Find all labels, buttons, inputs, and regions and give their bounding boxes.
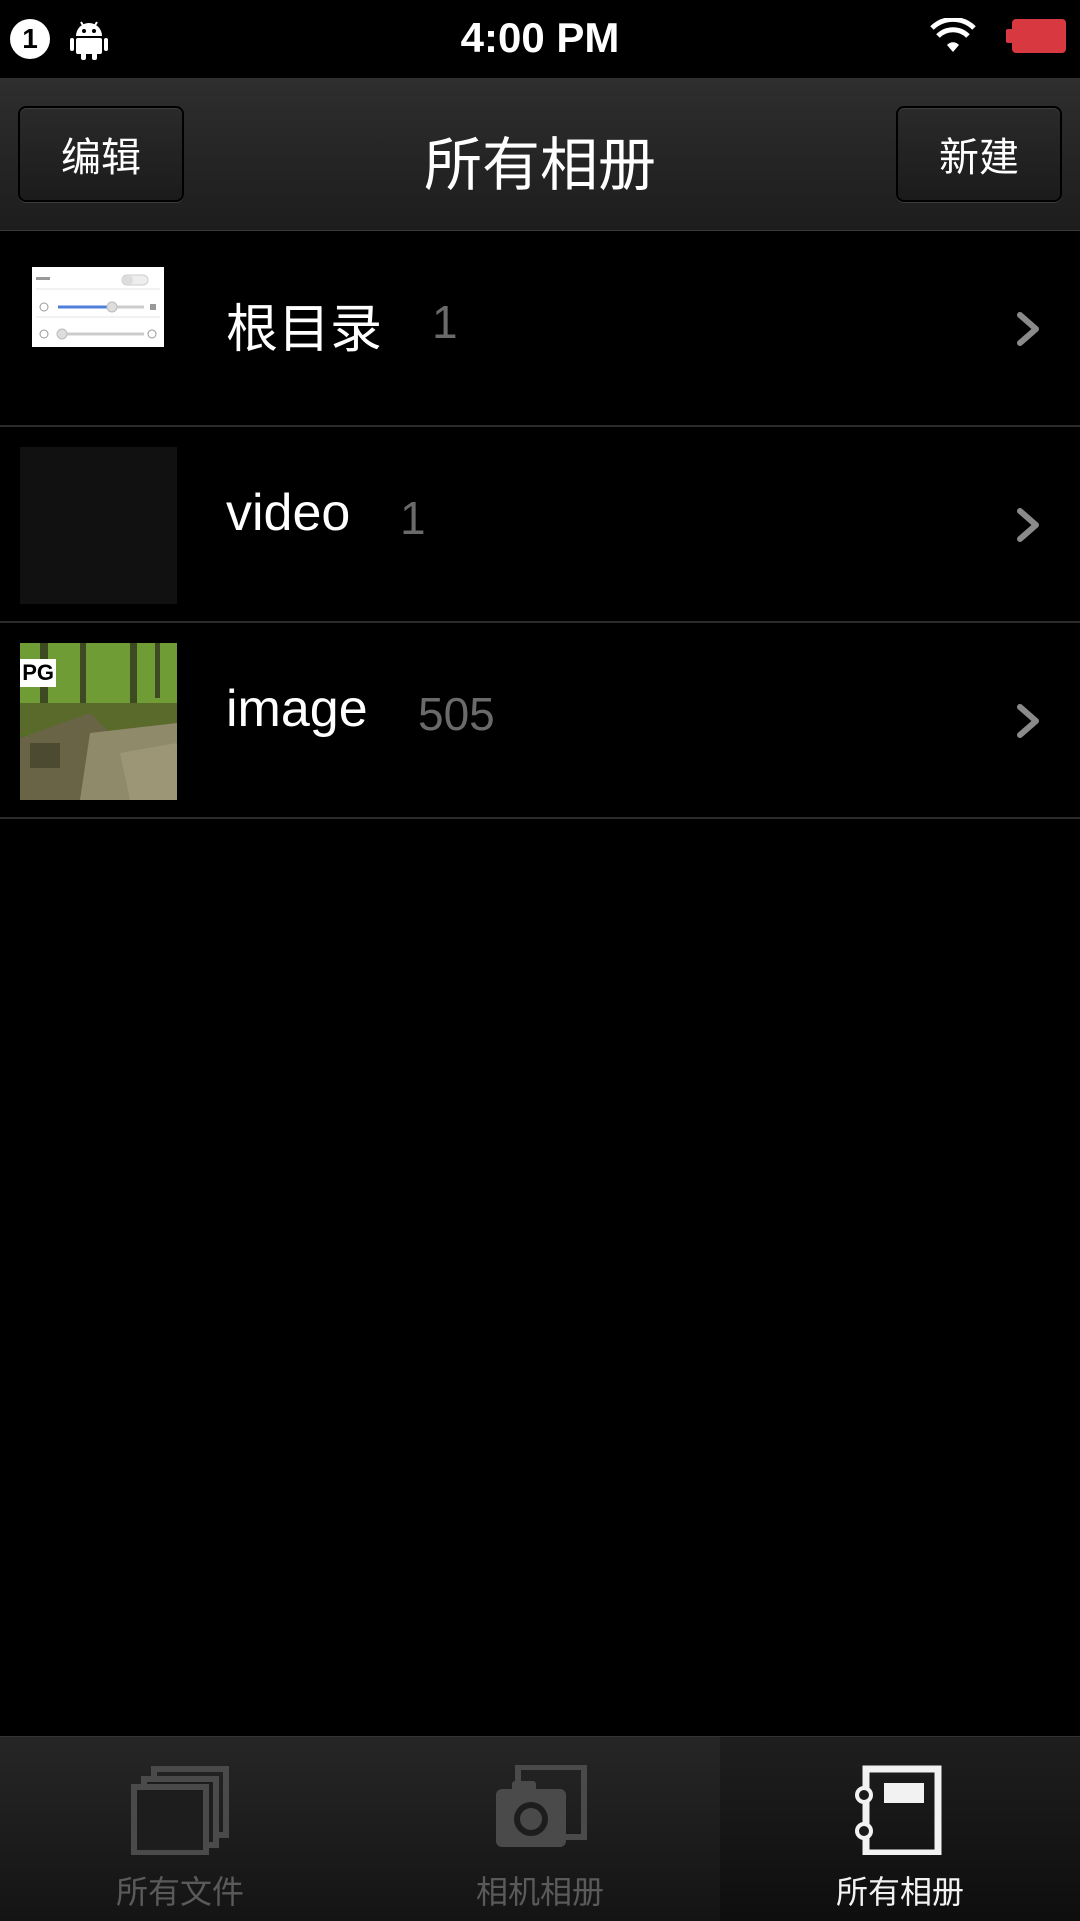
album-list: 根目录 1 video 1 PG image 505	[0, 231, 1080, 819]
album-thumbnail	[20, 447, 177, 604]
navigation-bar: 编辑 所有相册 新建	[0, 78, 1080, 231]
chevron-right-icon	[1017, 508, 1039, 542]
album-count: 1	[432, 296, 458, 348]
tab-camera-album[interactable]: 相机相册	[360, 1737, 720, 1921]
clock: 4:00 PM	[460, 14, 620, 61]
tab-label: 所有文件	[115, 1873, 244, 1911]
status-right	[930, 18, 1066, 54]
tab-all-files[interactable]: 所有文件	[0, 1737, 360, 1921]
camera-icon	[496, 1765, 587, 1847]
album-name: image	[226, 680, 368, 738]
album-thumbnail: PG	[20, 643, 177, 800]
album-row[interactable]: 根目录 1	[0, 231, 1080, 427]
stacked-files-icon	[131, 1766, 229, 1855]
chevron-right-icon	[1017, 704, 1039, 738]
wifi-icon	[930, 18, 976, 52]
album-name: 根目录	[226, 301, 383, 359]
status-bar: 1 4:00 PM	[0, 0, 1080, 78]
chevron-right-icon	[1017, 312, 1039, 346]
tab-label: 所有相册	[835, 1873, 964, 1911]
album-book-icon	[855, 1765, 942, 1855]
album-count: 1	[400, 492, 426, 544]
album-row[interactable]: video 1	[0, 427, 1080, 623]
new-album-button[interactable]: 新建	[896, 106, 1062, 202]
tab-all-albums[interactable]: 所有相册	[720, 1737, 1080, 1921]
tab-bar: 所有文件 相机相册 所有相册	[0, 1736, 1080, 1921]
thumbnail-format-badge: PG	[20, 659, 56, 687]
album-row[interactable]: PG image 505	[0, 623, 1080, 819]
tab-label: 相机相册	[475, 1873, 604, 1911]
album-count: 505	[418, 688, 495, 740]
album-name: video	[226, 484, 351, 542]
album-thumbnail	[20, 251, 177, 408]
battery-icon	[1006, 19, 1066, 53]
